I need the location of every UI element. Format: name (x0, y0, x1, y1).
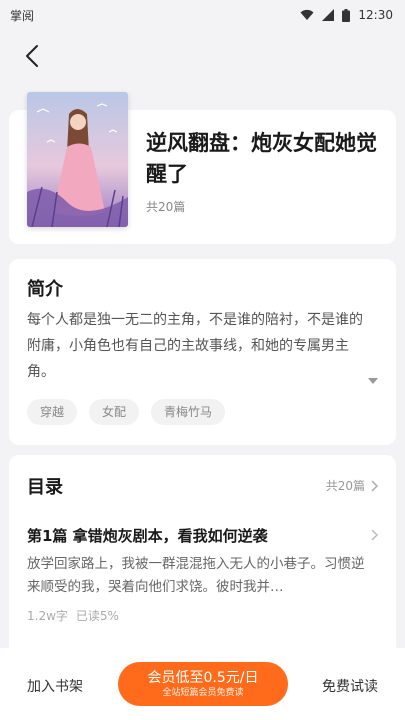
chevron-right-icon (371, 479, 378, 492)
vip-main-label: 会员低至0.5元/日 (147, 670, 259, 686)
chapter-preview: 放学回家路上，我被一群混混拖入无人的小巷子。习惯逆来顺受的我，哭着向他们求饶。彼… (27, 556, 365, 595)
toc-all-chapters-link[interactable]: 共20篇 (326, 477, 378, 494)
book-chapter-count: 共20篇 (146, 200, 186, 214)
tag-chip[interactable]: 女配 (89, 399, 140, 425)
bottom-action-bar: 加入书架 会员低至0.5元/日 全站短篇会员免费读 免费试读 (0, 648, 405, 720)
expand-down-icon (368, 378, 378, 384)
status-icons: 12:30 (300, 8, 393, 22)
tag-chip[interactable]: 青梅竹马 (151, 399, 226, 425)
book-info-card: 逆风翻盘：炮灰女配她觉醒了 共20篇 (9, 92, 396, 244)
free-trial-button[interactable]: 免费试读 (322, 676, 378, 696)
intro-heading: 简介 (27, 279, 63, 300)
intro-card: 简介 每个人都是独一无二的主角，不是谁的陪衬，不是谁的附庸，小角色也有自己的主故… (9, 259, 396, 445)
toc-count-label: 共20篇 (325, 479, 365, 493)
tag-list: 穿越 女配 青梅竹马 (27, 399, 226, 425)
toc-card: 目录 共20篇 第1篇 拿错炮灰剧本，看我如何逆袭 放学回家路上，我被一群混混拖… (9, 455, 396, 655)
wifi-icon (300, 9, 314, 20)
status-bar: 掌阅 12:30 (0, 0, 405, 30)
vip-sub-label: 全站短篇会员免费读 (162, 688, 244, 698)
chapter-read-progress: 已读5% (75, 609, 119, 623)
intro-text: 每个人都是独一无二的主角，不是谁的陪衬，不是谁的附庸，小角色也有自己的主故事线，… (27, 312, 363, 380)
chapter-title[interactable]: 第1篇 拿错炮灰剧本，看我如何逆袭 (27, 525, 367, 546)
chevron-right-icon (371, 529, 379, 541)
chapter-word-count: 1.2w字 (27, 609, 68, 623)
book-title: 逆风翻盘：炮灰女配她觉醒了 (146, 131, 377, 186)
back-button[interactable] (14, 38, 50, 74)
book-cover[interactable] (27, 92, 128, 227)
chapter-meta: 1.2w字 已读5% (27, 607, 119, 624)
battery-icon (342, 8, 351, 22)
tag-chip[interactable]: 穿越 (27, 399, 78, 425)
vip-subscribe-button[interactable]: 会员低至0.5元/日 全站短篇会员免费读 (118, 662, 288, 706)
status-time: 12:30 (358, 8, 393, 22)
back-arrow-icon (26, 45, 38, 67)
expand-intro-button[interactable] (368, 369, 378, 388)
add-to-shelf-button[interactable]: 加入书架 (27, 676, 83, 696)
chapter-open-button[interactable] (371, 526, 379, 545)
signal-icon (322, 9, 335, 21)
cover-illustration (27, 92, 128, 227)
toc-heading: 目录 (27, 477, 63, 498)
status-app-name: 掌阅 (10, 8, 35, 23)
